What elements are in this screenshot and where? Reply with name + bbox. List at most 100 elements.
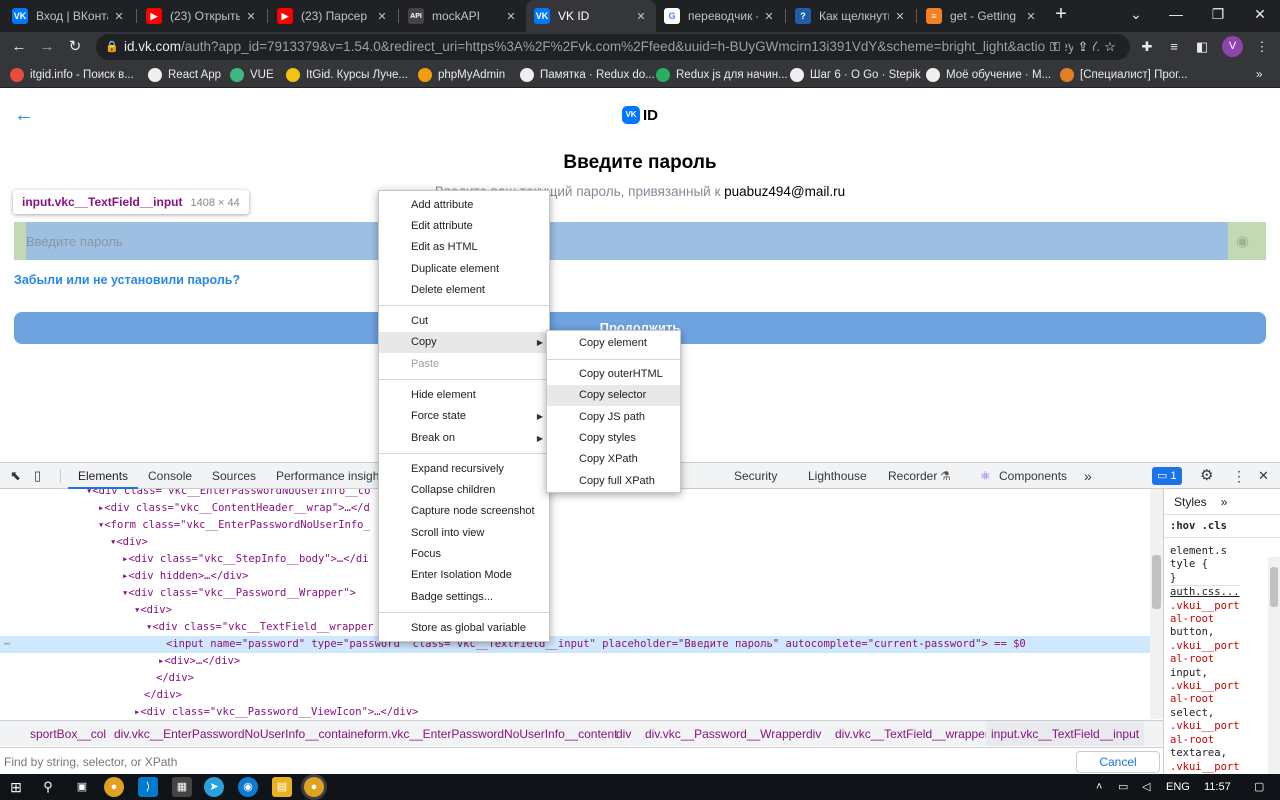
scrollbar-thumb[interactable] xyxy=(1270,567,1278,607)
menu-item-expand-recursively[interactable]: Expand recursively xyxy=(379,459,549,480)
tab-security[interactable]: Security xyxy=(734,463,777,489)
tab-vk-login[interactable]: VK Вход | ВКонтакте ✕ xyxy=(4,0,134,32)
dom-node-selected[interactable]: ⋯ <input name="password" type="password" … xyxy=(0,636,1150,653)
bookmark-item[interactable]: [Специалист] Прог... xyxy=(1060,62,1188,88)
close-icon[interactable]: ✕ xyxy=(1024,10,1038,23)
menu-item-copy-full-xpath[interactable]: Copy full XPath xyxy=(547,471,680,492)
app-icon[interactable]: ▦ xyxy=(172,777,192,797)
breadcrumb-item[interactable]: div.vkc__Password__Wrapper xyxy=(645,721,806,746)
menu-item-edit-as-html[interactable]: Edit as HTML xyxy=(379,237,549,258)
menu-item-scroll-into-view[interactable]: Scroll into view xyxy=(379,523,549,544)
back-arrow-icon[interactable]: ← xyxy=(14,104,34,127)
close-icon[interactable]: ✕ xyxy=(112,10,126,23)
menu-item-delete-element[interactable]: Delete element xyxy=(379,280,549,301)
more-tabs-chevron-icon[interactable]: » xyxy=(1221,495,1228,509)
inspect-element-icon[interactable]: ⬉ xyxy=(10,463,21,489)
menu-item-badge-settings[interactable]: Badge settings... xyxy=(379,587,549,608)
menu-dots-icon[interactable]: ⋮ xyxy=(1252,37,1272,57)
tab-youtube-2[interactable]: ▶ (23) Парсер на ✕ xyxy=(269,0,397,32)
close-icon[interactable]: ✕ xyxy=(1258,463,1269,489)
tab-elements[interactable]: Elements xyxy=(68,463,139,489)
dom-node[interactable]: ▸<div class="vkc__Password__ViewIcon">…<… xyxy=(0,704,1150,719)
menu-item-copy-js-path[interactable]: Copy JS path xyxy=(547,407,680,428)
skype-icon[interactable]: ◉ xyxy=(238,777,258,797)
maximize-button[interactable]: ❐ xyxy=(1198,0,1238,32)
tab-search-chevron-down-icon[interactable]: ⌄ xyxy=(1116,0,1156,32)
menu-item-copy-xpath[interactable]: Copy XPath xyxy=(547,449,680,470)
language-indicator[interactable]: ENG xyxy=(1166,774,1190,800)
tab-youtube-1[interactable]: ▶ (23) Открытый ✕ xyxy=(138,0,266,32)
close-window-button[interactable]: ✕ xyxy=(1240,0,1280,32)
telegram-icon[interactable]: ➤ xyxy=(204,777,224,797)
forgot-password-link[interactable]: Забыли или не установили пароль? xyxy=(14,273,240,287)
password-field[interactable] xyxy=(14,222,1266,260)
menu-item-capture-node-screenshot[interactable]: Capture node screenshot xyxy=(379,501,549,522)
menu-item-break-on[interactable]: Break on ▶ xyxy=(379,428,549,449)
dom-node[interactable]: ▸<div>…</div> xyxy=(0,653,1150,670)
clock[interactable]: 11:57 xyxy=(1204,774,1231,800)
find-input[interactable] xyxy=(4,752,1062,772)
dom-node[interactable]: </div> xyxy=(0,670,1150,687)
tab-translator[interactable]: G переводчик - ✕ xyxy=(656,0,784,32)
dom-node[interactable]: ▾<div class="vkc__Password__Wrapper"> xyxy=(0,585,1150,602)
close-icon[interactable]: ✕ xyxy=(762,10,776,23)
menu-item-hide-element[interactable]: Hide element xyxy=(379,385,549,406)
menu-item-force-state[interactable]: Force state ▶ xyxy=(379,406,549,427)
menu-item-collapse-children[interactable]: Collapse children xyxy=(379,480,549,501)
tab-sources[interactable]: Sources xyxy=(212,463,256,489)
close-icon[interactable]: ✕ xyxy=(504,10,518,23)
side-panel-icon[interactable]: ◧ xyxy=(1192,37,1212,57)
breadcrumb-item[interactable]: div.vkc__TextField__wrapper xyxy=(835,721,989,746)
volume-icon[interactable]: ◁ xyxy=(1142,774,1150,800)
password-input[interactable] xyxy=(26,222,1228,260)
address-bar[interactable]: 🔒 id.vk.com/auth?app_id=7913379&v=1.54.0… xyxy=(96,34,1130,60)
menu-item-cut[interactable]: Cut xyxy=(379,311,549,332)
dom-node[interactable]: ▾<div class="vkc__TextField__wrapper xyxy=(0,619,1150,636)
menu-item-edit-attribute[interactable]: Edit attribute xyxy=(379,216,549,237)
dom-node[interactable]: ▸<div class="vkc__StepInfo__body">…</di xyxy=(0,551,1150,568)
file-explorer-icon[interactable]: ▤ xyxy=(272,777,292,797)
bookmark-item[interactable]: ItGid. Курсы Луче... xyxy=(286,62,408,88)
close-icon[interactable]: ✕ xyxy=(634,10,648,23)
bookmark-item[interactable]: React App xyxy=(148,62,221,88)
more-bookmarks-chevron-icon[interactable]: » xyxy=(1256,62,1262,88)
tab-getting-d[interactable]: ≡ get - Getting D ✕ xyxy=(918,0,1046,32)
issues-badge[interactable]: ▭ 1 xyxy=(1152,467,1182,485)
reading-list-icon[interactable]: ≡ xyxy=(1164,37,1184,57)
scrollbar-thumb[interactable] xyxy=(1152,555,1161,609)
task-view-icon[interactable]: ▣ xyxy=(72,777,92,797)
new-tab-button[interactable]: + xyxy=(1050,4,1072,26)
close-icon[interactable]: ✕ xyxy=(244,10,258,23)
cancel-button[interactable]: Cancel xyxy=(1076,751,1160,773)
network-icon[interactable]: ▭ xyxy=(1118,774,1128,800)
chrome-icon[interactable]: ● xyxy=(104,777,124,797)
bookmark-item[interactable]: phpMyAdmin xyxy=(418,62,505,88)
breadcrumb-item[interactable]: div.vkc__EnterPasswordNoUserInfo__contai… xyxy=(114,721,368,746)
menu-item-copy-selector[interactable]: Copy selector xyxy=(547,385,680,406)
tab-console[interactable]: Console xyxy=(148,463,192,489)
menu-item-duplicate-element[interactable]: Duplicate element xyxy=(379,259,549,280)
menu-item-add-attribute[interactable]: Add attribute xyxy=(379,195,549,216)
dom-scrollbar[interactable] xyxy=(1150,489,1163,719)
dom-node[interactable]: ▾<form class="vkc__EnterPasswordNoUserIn… xyxy=(0,517,1150,534)
reload-icon[interactable]: ↻ xyxy=(64,36,86,58)
tab-mockapi[interactable]: API mockAPI ✕ xyxy=(400,0,526,32)
back-arrow-icon[interactable]: ← xyxy=(8,36,30,58)
vscode-icon[interactable]: ⟩ xyxy=(138,777,158,797)
menu-item-copy-element[interactable]: Copy element xyxy=(547,333,680,354)
minimize-button[interactable]: — xyxy=(1156,0,1196,32)
profile-avatar[interactable]: V xyxy=(1222,36,1243,57)
more-tabs-chevron-icon[interactable]: » xyxy=(1084,463,1092,489)
tab-recorder[interactable]: Recorder xyxy=(888,463,937,489)
search-icon[interactable]: ⚲ xyxy=(38,777,58,797)
stylesheet-link[interactable]: auth.css... xyxy=(1170,585,1240,599)
styles-scrollbar[interactable] xyxy=(1268,557,1280,775)
bookmark-item[interactable]: itgid.info - Поиск в... xyxy=(10,62,134,88)
tab-styles[interactable]: Styles xyxy=(1174,495,1207,509)
bookmark-item[interactable]: Шаг 6 · O Go · Stepik xyxy=(790,62,921,88)
notifications-icon[interactable]: ▢ xyxy=(1254,774,1264,800)
breadcrumb-item[interactable]: form.vkc__EnterPasswordNoUserInfo__conte… xyxy=(364,721,617,746)
dom-node[interactable]: ▸<div hidden>…</div> xyxy=(0,568,1150,585)
windows-start-icon[interactable]: ⊞ xyxy=(6,777,26,797)
dom-node[interactable]: ▾<div> xyxy=(0,534,1150,551)
